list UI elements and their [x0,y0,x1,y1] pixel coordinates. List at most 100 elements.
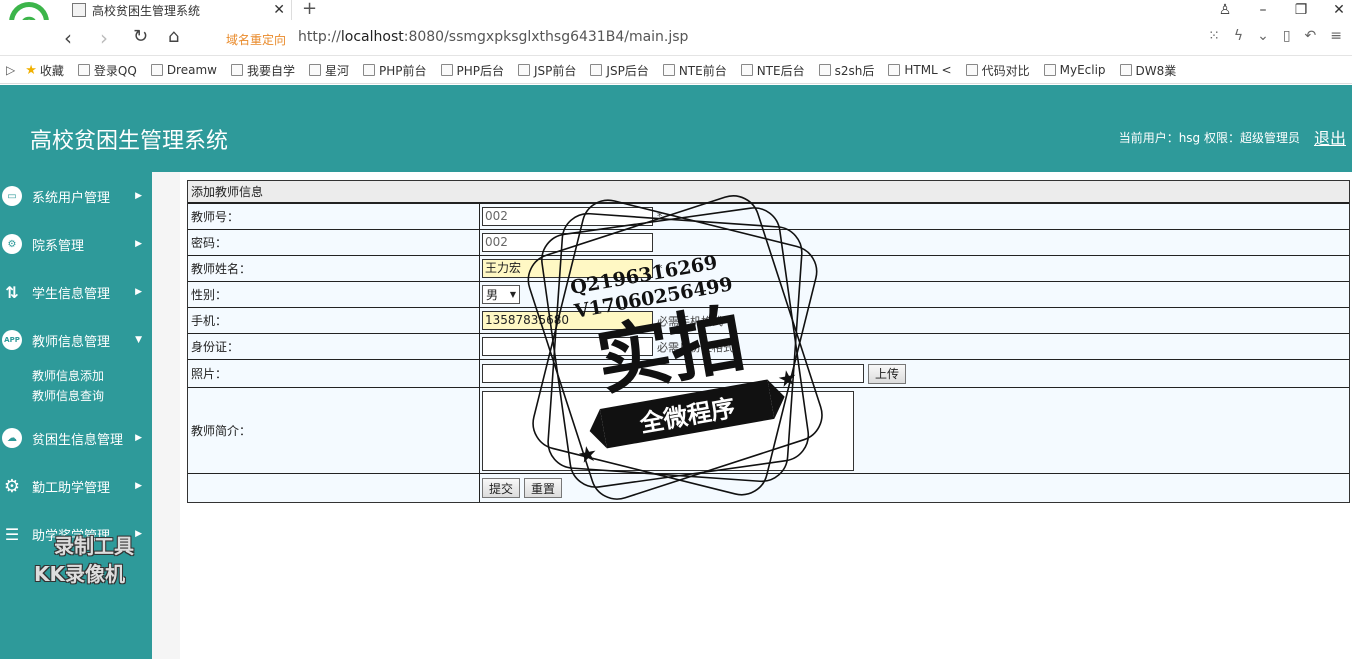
field-label: 教师号： [188,204,480,229]
field-label: 身份证： [188,334,480,359]
id-card-input[interactable] [482,337,653,356]
bookmark-label: NTE后台 [756,63,805,78]
bookmark-page-icon [230,64,243,76]
bookmark-page-icon [308,64,321,76]
home-icon[interactable]: ⌂ [168,26,179,47]
browser-tab[interactable]: 高校贫困生管理系统 ✕ [66,0,292,20]
bookmark-label: 星河 [324,63,349,78]
grid-icon[interactable]: ⁙ [1208,28,1220,44]
bookmark-page-icon [150,64,163,76]
submit-button[interactable]: 提交 [482,478,521,498]
url-input[interactable]: http://localhost:8080/ssmgxpksglxthsg643… [298,29,688,45]
address-tools: ⁙ ϟ ⌄ ▯ ↶ ≡ [1208,28,1342,44]
form-row-photo: 照片： 上传 [188,359,1349,387]
url-host: localhost [340,29,404,45]
bookmark-item[interactable]: HTML < [888,63,952,77]
bookmark-page-icon [818,64,831,76]
url-rest: :8080/ssmgxpksglxthsg6431B4/main.jsp [403,29,689,45]
intro-textarea[interactable] [482,390,854,471]
form-heading: 添加教师信息 [188,181,1349,203]
bookmark-label: HTML < [904,63,952,77]
bookmark-item[interactable]: 登录QQ [77,62,137,79]
restore-icon[interactable]: ❐ [1294,2,1308,18]
new-tab-icon[interactable]: + [302,0,317,19]
reset-button[interactable]: 重置 [524,478,563,498]
teacher-name-input[interactable]: 王力宏 [482,259,653,278]
sidebar-subitem-query-teacher[interactable]: 教师信息查询 [32,387,104,404]
bookmark-item[interactable]: ★ 收藏 [25,62,64,79]
sidebar-item-students[interactable]: ⇅ 学生信息管理 ▶ [0,277,152,307]
bookmark-label: 代码对比 [981,63,1030,78]
bookmark-item[interactable]: PHP前台 [363,62,427,79]
sidebar-subitem-add-teacher[interactable]: 教师信息添加 [32,367,104,384]
sidebar-item-label: 勤工助学管理 [32,480,111,496]
bookmark-item[interactable]: JSP后台 [590,62,649,79]
tab-close-icon[interactable]: ✕ [273,2,285,18]
photo-path-input[interactable] [482,364,864,383]
sidebar-item-label: 学生信息管理 [32,286,111,302]
browser-tabbar: 高校贫困生管理系统 ✕ + ♙ – ❐ ✕ [0,0,1352,20]
logout-link[interactable]: 退出 [1314,125,1346,149]
bookmark-item[interactable]: DW8業 [1119,62,1176,79]
field-label: 教师简介： [188,388,480,473]
lightning-icon[interactable]: ϟ [1234,28,1243,44]
back-icon[interactable]: ‹ [64,26,72,50]
sidebar-item-label: 贫困生信息管理 [32,432,124,448]
required-mark: * [657,262,663,275]
form-row-gender: 性别： 男 ▼ [188,281,1349,307]
menu-icon[interactable]: ≡ [1330,28,1342,44]
bookmark-item[interactable]: 我要自学 [230,62,295,79]
undo-icon[interactable]: ↶ [1305,28,1317,44]
bookmark-label: PHP前台 [379,63,427,78]
close-window-icon[interactable]: ✕ [1332,2,1346,18]
forward-icon[interactable]: › [100,26,108,50]
required-mark: * [657,210,663,223]
bookmark-page-icon [888,64,901,76]
minimize-icon[interactable]: – [1256,2,1270,18]
shirt-skin-icon[interactable]: ♙ [1218,2,1232,18]
bookmark-item[interactable]: NTE后台 [740,62,805,79]
recorder-line2: KK录像机 [34,562,125,586]
sidebar-item-departments[interactable]: ⚙ 院系管理 ▶ [0,229,152,259]
redirect-label: 域名重定向 [226,33,287,47]
bookmark-item[interactable]: 星河 [308,62,349,79]
bookmark-label: s2sh后 [834,63,875,78]
sidebar-toggle-icon[interactable]: ▷ [6,63,15,77]
teacher-no-input[interactable]: 002 [482,207,653,226]
bookmark-item[interactable]: NTE前台 [662,62,727,79]
refresh-icon[interactable]: ↻ [133,26,148,47]
form-row-name: 教师姓名： 王力宏 * [188,255,1349,281]
bookmark-item[interactable]: JSP前台 [518,62,576,79]
bookmark-item[interactable]: Dreamw [150,63,217,77]
bookmark-item[interactable]: MyEclip [1043,63,1106,77]
field-label: 手机： [188,308,480,333]
sidebar-item-label: 教师信息管理 [32,334,111,350]
bookmark-page-icon [1119,64,1132,76]
page-favicon-icon [72,3,86,17]
recorder-line1: 录制工具 [54,534,134,558]
reading-mode-icon[interactable]: ▯ [1283,28,1291,44]
bookmark-item[interactable]: s2sh后 [818,62,875,79]
sidebar-item-teachers[interactable]: APP 教师信息管理 ▼ [0,325,152,355]
password-input[interactable]: 002 [482,233,653,252]
sidebar-item-work-study[interactable]: ⚙ 勤工助学管理 ▶ [0,471,152,501]
chevron-down-icon: ▼ [509,290,516,299]
star-icon: ★ [25,62,37,78]
phone-input[interactable]: 13587835680 [482,311,653,330]
chevron-right-icon: ▶ [135,529,142,539]
sidebar-item-label: 院系管理 [32,238,85,254]
field-label: 密码： [188,230,480,255]
gear-icon: ⚙ [3,475,21,497]
chevron-down-icon[interactable]: ⌄ [1257,28,1269,44]
bookmark-label: 登录QQ [93,63,137,78]
content-gutter [152,172,180,659]
sidebar-item-poor-students[interactable]: ☁ 贫困生信息管理 ▶ [0,423,152,453]
app-header: 高校贫困生管理系统 当前用户：hsg 权限：超级管理员 退出 [0,85,1352,172]
bookmark-label: NTE前台 [678,63,727,78]
sidebar-item-system-users[interactable]: ▭ 系统用户管理 ▶ [0,181,152,211]
bookmark-item[interactable]: 代码对比 [965,62,1030,79]
empty-label [188,474,480,502]
bookmark-item[interactable]: PHP后台 [440,62,504,79]
upload-button[interactable]: 上传 [868,363,907,384]
gender-select[interactable]: 男 ▼ [482,285,520,304]
